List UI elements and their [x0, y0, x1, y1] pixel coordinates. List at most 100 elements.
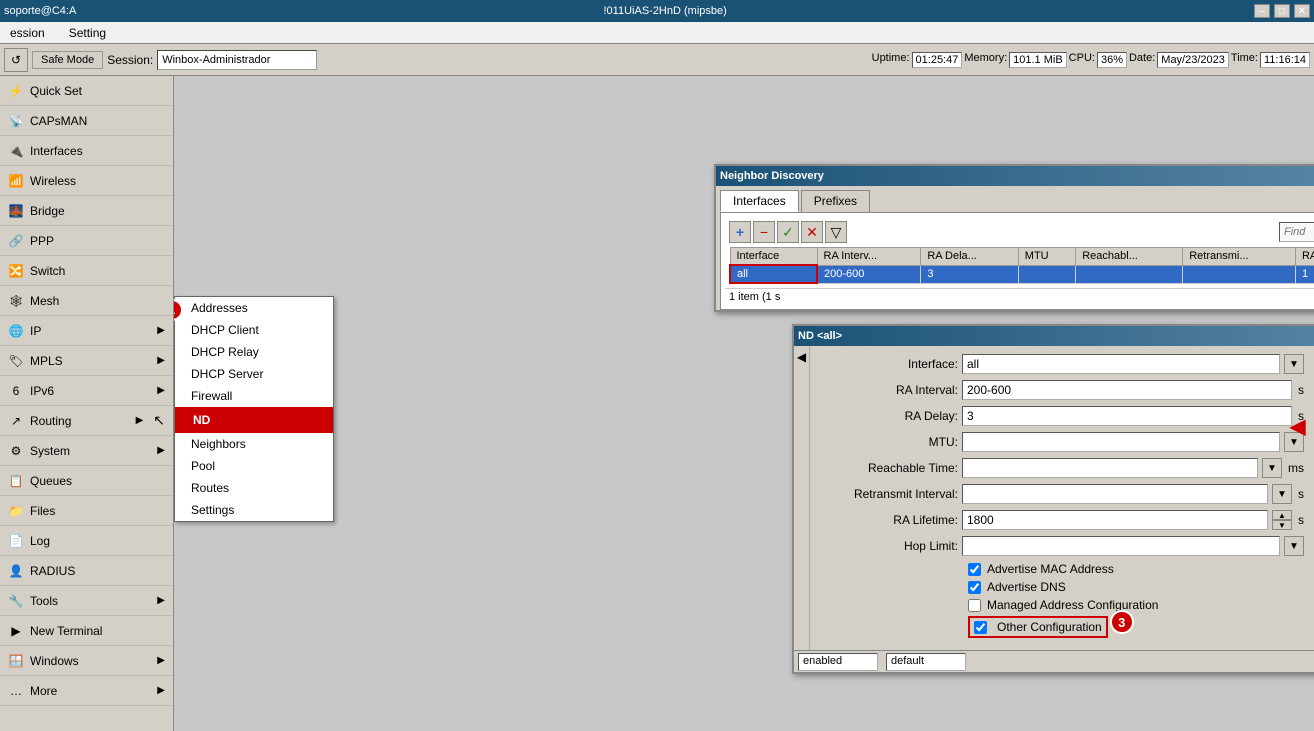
dropdown-firewall[interactable]: Firewall — [175, 385, 333, 407]
maximize-button[interactable]: □ — [1274, 4, 1290, 18]
interfaces-icon: 🔌 — [8, 143, 24, 159]
dropdown-dhcp-client[interactable]: DHCP Client — [175, 319, 333, 341]
sidebar-item-switch[interactable]: 🔀 Switch — [0, 256, 173, 286]
sidebar-item-tools[interactable]: 🔧 Tools ▶ — [0, 586, 173, 616]
ra-interval-input[interactable] — [962, 380, 1292, 400]
files-icon: 📁 — [8, 503, 24, 519]
ra-interval-label: RA Interval: — [818, 383, 958, 397]
managed-address-checkbox[interactable] — [968, 599, 981, 612]
dropdown-routes[interactable]: Routes — [175, 477, 333, 499]
menu-session[interactable]: ession — [4, 24, 51, 42]
ra-lifetime-input[interactable] — [962, 510, 1268, 530]
wireless-icon: 📶 — [8, 173, 24, 189]
close-button[interactable]: ✕ — [1294, 4, 1310, 18]
sidebar-item-ip[interactable]: 🌐 IP ▶ — [0, 316, 173, 346]
find-input[interactable] — [1279, 222, 1314, 242]
sidebar-item-mpls[interactable]: 🏷 MPLS ▶ — [0, 346, 173, 376]
retransmit-unit: s — [1298, 487, 1304, 501]
enable-button[interactable]: ✓ — [777, 221, 799, 243]
other-configuration-label: Other Configuration — [997, 620, 1102, 634]
advertise-mac-checkbox[interactable] — [968, 563, 981, 576]
table-row[interactable]: all 2 200-600 3 1 — [730, 265, 1314, 283]
hop-limit-label: Hop Limit: — [818, 539, 958, 553]
sidebar-item-system[interactable]: ⚙ System ▶ — [0, 436, 173, 466]
interface-input[interactable] — [962, 354, 1280, 374]
nd-window-title[interactable]: Neighbor Discovery □ ✕ — [716, 166, 1314, 186]
nd-all-title-bar[interactable]: ND <all> □ ✕ — [794, 326, 1314, 346]
tools-icon: 🔧 — [8, 593, 24, 609]
sidebar-item-queues[interactable]: 📋 Queues — [0, 466, 173, 496]
badge-3: 3 — [1110, 610, 1134, 634]
sidebar-item-interfaces[interactable]: 🔌 Interfaces — [0, 136, 173, 166]
sidebar-item-files[interactable]: 📁 Files — [0, 496, 173, 526]
sidebar-item-ipv6[interactable]: 6 IPv6 ▶ — [0, 376, 173, 406]
reachable-dropdown-btn[interactable]: ▼ — [1262, 458, 1282, 478]
sidebar-item-capsman[interactable]: 📡 CAPsMAN — [0, 106, 173, 136]
sidebar-item-new-terminal[interactable]: ▶ New Terminal — [0, 616, 173, 646]
disable-button[interactable]: ✕ — [801, 221, 823, 243]
add-button[interactable]: + — [729, 221, 751, 243]
dropdown-pool[interactable]: Pool — [175, 455, 333, 477]
sidebar-item-wireless[interactable]: 📶 Wireless — [0, 166, 173, 196]
cell-mtu — [1018, 265, 1075, 283]
tools-arrow: ▶ — [157, 595, 165, 606]
retransmit-dropdown-btn[interactable]: ▼ — [1272, 484, 1292, 504]
form-area: Interface: ▼ RA Interval: s RA Delay: — [810, 346, 1312, 650]
hop-limit-dropdown-btn[interactable]: ▼ — [1284, 536, 1304, 556]
reachable-time-input[interactable] — [962, 458, 1258, 478]
retransmit-input[interactable] — [962, 484, 1268, 504]
sidebar: ⚡ Quick Set 📡 CAPsMAN 🔌 Interfaces 📶 Wir… — [0, 76, 174, 731]
ra-lifetime-down[interactable]: ▼ — [1272, 520, 1292, 530]
sidebar-label-new-terminal: New Terminal — [30, 624, 102, 638]
sidebar-item-mesh[interactable]: 🕸 Mesh — [0, 286, 173, 316]
ra-lifetime-unit: s — [1298, 513, 1304, 527]
hop-limit-input[interactable] — [962, 536, 1280, 556]
remove-button[interactable]: − — [753, 221, 775, 243]
advertise-mac-label: Advertise MAC Address — [987, 562, 1114, 576]
sidebar-item-radius[interactable]: 👤 RADIUS — [0, 556, 173, 586]
col-retransmit: Retransmi... — [1183, 248, 1296, 266]
sidebar-item-bridge[interactable]: 🌉 Bridge — [0, 196, 173, 226]
sidebar-label-mesh: Mesh — [30, 294, 59, 308]
ra-delay-input[interactable] — [962, 406, 1292, 426]
mtu-input[interactable] — [962, 432, 1280, 452]
status-enabled: enabled — [798, 653, 878, 671]
sidebar-item-quick-set[interactable]: ⚡ Quick Set — [0, 76, 173, 106]
tab-prefixes[interactable]: Prefixes — [801, 190, 870, 212]
neighbor-discovery-window: Neighbor Discovery □ ✕ Interfaces Prefix… — [714, 164, 1314, 312]
refresh-button[interactable]: ↺ — [4, 48, 28, 72]
scroll-arrow[interactable]: ◀ — [794, 346, 810, 650]
interface-dropdown-btn[interactable]: ▼ — [1284, 354, 1304, 374]
sidebar-item-log[interactable]: 📄 Log — [0, 526, 173, 556]
safe-mode-button[interactable]: Safe Mode — [32, 51, 103, 69]
advertise-dns-checkbox[interactable] — [968, 581, 981, 594]
filter-button[interactable]: ▽ — [825, 221, 847, 243]
new-terminal-icon: ▶ — [8, 623, 24, 639]
uptime-label: Uptime: — [872, 52, 910, 68]
dropdown-nd[interactable]: ND 1 — [175, 407, 333, 433]
dropdown-addresses[interactable]: Addresses — [175, 297, 333, 319]
main-layout: ⚡ Quick Set 📡 CAPsMAN 🔌 Interfaces 📶 Wir… — [0, 76, 1314, 731]
memory-label: Memory: — [964, 52, 1007, 68]
sidebar-item-ppp[interactable]: 🔗 PPP — [0, 226, 173, 256]
session-label: Session: — [107, 53, 153, 67]
ipv6-arrow: ▶ — [157, 385, 165, 396]
sidebar-item-routing[interactable]: ↗ Routing ▶ ↖ — [0, 406, 173, 436]
col-mtu: MTU — [1018, 248, 1075, 266]
dropdown-neighbors[interactable]: Neighbors — [175, 433, 333, 455]
sidebar-item-more[interactable]: … More ▶ — [0, 676, 173, 706]
minimize-button[interactable]: – — [1254, 4, 1270, 18]
dropdown-dhcp-relay[interactable]: DHCP Relay — [175, 341, 333, 363]
retransmit-label: Retransmit Interval: — [818, 487, 958, 501]
other-configuration-checkbox[interactable] — [974, 621, 987, 634]
switch-icon: 🔀 — [8, 263, 24, 279]
ra-lifetime-up[interactable]: ▲ — [1272, 510, 1292, 520]
dropdown-dhcp-server[interactable]: DHCP Server — [175, 363, 333, 385]
reachable-time-row: Reachable Time: ▼ ms — [818, 458, 1304, 478]
menu-setting[interactable]: Setting — [63, 24, 112, 42]
dropdown-settings[interactable]: Settings — [175, 499, 333, 521]
time-label: Time: — [1231, 52, 1258, 68]
session-input[interactable] — [157, 50, 317, 70]
tab-interfaces[interactable]: Interfaces — [720, 190, 799, 212]
sidebar-item-windows[interactable]: 🪟 Windows ▶ — [0, 646, 173, 676]
